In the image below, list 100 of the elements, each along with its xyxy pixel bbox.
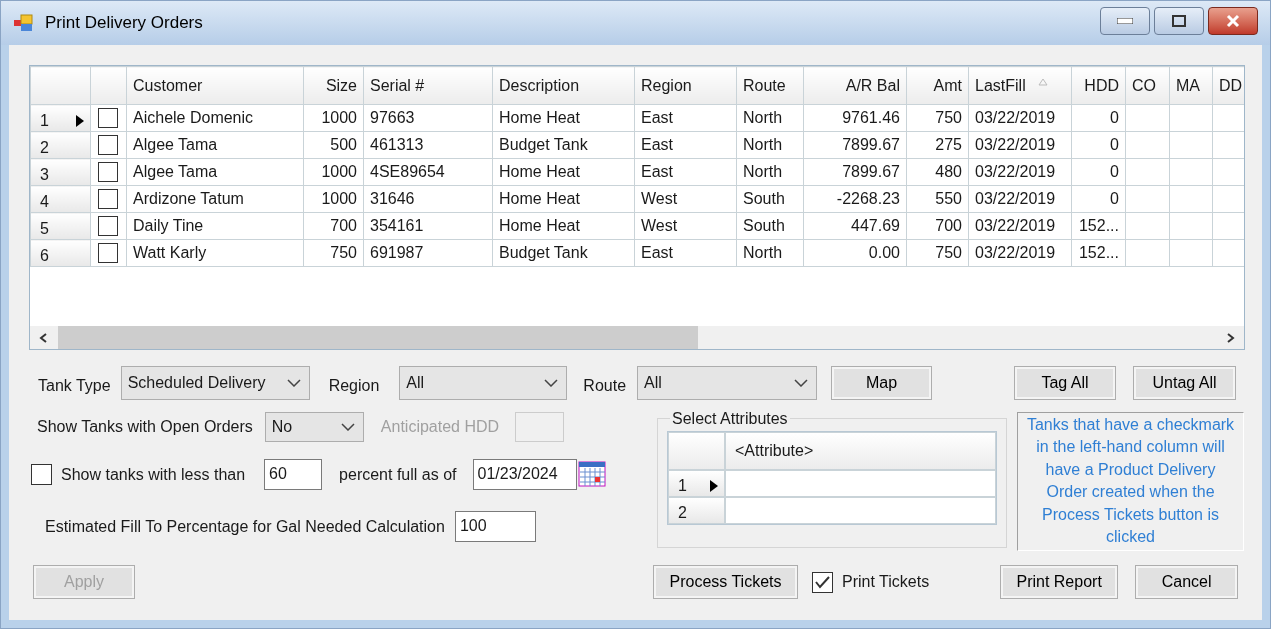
- button[interactable]: Untag All: [1133, 366, 1237, 400]
- dropdown[interactable]: Scheduled Delivery: [120, 366, 310, 400]
- horizontal-scrollbar[interactable]: [30, 326, 1244, 349]
- table-cell: South: [743, 190, 785, 207]
- table-cell: 550: [935, 190, 962, 207]
- table-cell: 97663: [370, 109, 415, 126]
- row-number[interactable]: 6: [40, 247, 49, 265]
- dropdown[interactable]: All: [637, 366, 818, 400]
- field-label: Route: [583, 376, 627, 396]
- row-number[interactable]: 5: [40, 220, 49, 238]
- row-number[interactable]: 1: [40, 112, 49, 130]
- field-label: Region: [328, 376, 380, 396]
- table-cell: Daily Tine: [133, 217, 204, 234]
- dropdown[interactable]: All: [399, 366, 568, 400]
- calendar-icon[interactable]: [576, 459, 607, 489]
- table-cell: Budget Tank: [499, 244, 588, 261]
- table-cell: 0: [1110, 136, 1119, 153]
- table-cell: 461313: [370, 136, 424, 153]
- table-cell: East: [641, 244, 673, 261]
- input-field[interactable]: 100: [454, 510, 536, 542]
- input-field[interactable]: 01/23/2024: [472, 458, 577, 490]
- table-cell: 750: [330, 244, 357, 261]
- row-checkbox[interactable]: [98, 135, 118, 155]
- checkbox-label[interactable]: Print Tickets: [842, 570, 930, 594]
- caret-icon[interactable]: [340, 423, 355, 431]
- table-cell: 0: [1110, 109, 1119, 126]
- button[interactable]: Tag All: [1014, 366, 1117, 400]
- table-cell: -2268.23: [836, 190, 900, 207]
- field-label: percent full as of: [339, 465, 457, 485]
- app-icon: [13, 14, 35, 32]
- table-cell: 480: [935, 163, 962, 180]
- info-text: Tanks that have a checkmark in the left-hand column will have a Product Delivery Order created when the Process Tickets button is clicked: [1017, 412, 1244, 551]
- close-icon: [1225, 14, 1241, 28]
- caret-icon[interactable]: [544, 379, 559, 387]
- table-cell: 1000: [321, 163, 357, 180]
- table-cell: North: [743, 163, 783, 180]
- table-cell: East: [641, 163, 673, 180]
- table-cell: 1000: [321, 109, 357, 126]
- checkbox[interactable]: [812, 571, 833, 593]
- maximize-button[interactable]: [1154, 7, 1204, 35]
- close-button[interactable]: [1208, 7, 1258, 35]
- minimize-button[interactable]: [1100, 7, 1150, 35]
- row-number[interactable]: 4: [40, 193, 49, 211]
- field-label: Anticipated HDD: [380, 417, 500, 437]
- table-cell: Aichele Domenic: [133, 109, 254, 126]
- table-cell: Home Heat: [499, 109, 580, 126]
- table-cell: North: [743, 136, 783, 153]
- field-label: Estimated Fill To Percentage for Gal Needed Calculation: [45, 517, 445, 537]
- table-cell: 0.00: [868, 244, 900, 261]
- caret-icon[interactable]: [794, 379, 809, 387]
- column-header[interactable]: Customer: [133, 76, 203, 94]
- table-cell: Home Heat: [499, 217, 580, 234]
- field-label: Tank Type: [38, 376, 111, 396]
- row-number[interactable]: 2: [40, 139, 49, 157]
- table-cell: 447.69: [851, 217, 900, 234]
- maximize-icon: [1172, 15, 1186, 27]
- row-number[interactable]: 1: [678, 477, 687, 495]
- table-cell: 03/22/2019: [975, 190, 1056, 207]
- button[interactable]: Map: [831, 366, 933, 400]
- table-cell[interactable]: [725, 497, 996, 524]
- table-cell: West: [641, 190, 678, 207]
- table-cell: 7899.67: [842, 163, 900, 180]
- table-cell: Home Heat: [499, 163, 580, 180]
- table-cell: 03/22/2019: [975, 136, 1056, 153]
- table-cell: 7899.67: [842, 136, 900, 153]
- row-checkbox[interactable]: [98, 162, 118, 182]
- table-cell: 0: [1110, 163, 1119, 180]
- table-cell: 03/22/2019: [975, 109, 1056, 126]
- table-cell: Watt Karly: [133, 244, 207, 261]
- table-cell: East: [641, 136, 673, 153]
- row-number[interactable]: 3: [40, 166, 49, 184]
- row-number[interactable]: 2: [678, 504, 687, 522]
- minimize-icon: [1117, 18, 1133, 24]
- input-field[interactable]: 60: [264, 458, 323, 490]
- table-cell: 275: [935, 136, 962, 153]
- table-cell: 03/22/2019: [975, 163, 1056, 180]
- table-cell: 152...: [1078, 217, 1119, 234]
- table-cell: 9761.46: [842, 109, 900, 126]
- scrollbar-thumb[interactable]: [58, 326, 698, 349]
- checkbox[interactable]: [31, 463, 52, 485]
- row-checkbox[interactable]: [98, 243, 118, 263]
- button[interactable]: Cancel: [1135, 565, 1239, 599]
- row-checkbox[interactable]: [98, 189, 118, 209]
- table-cell: 354161: [370, 217, 424, 234]
- table-cell: 700: [935, 217, 962, 234]
- table-cell: North: [743, 244, 783, 261]
- table-cell[interactable]: [725, 470, 996, 497]
- caret-icon[interactable]: [286, 379, 301, 387]
- table-cell: 03/22/2019: [975, 217, 1056, 234]
- column-header[interactable]: Serial #: [370, 76, 425, 94]
- row-checkbox[interactable]: [98, 216, 118, 236]
- table-cell: 0: [1110, 190, 1119, 207]
- column-header[interactable]: <Attribute>: [725, 432, 996, 470]
- button[interactable]: Process Tickets: [653, 565, 798, 599]
- row-checkbox[interactable]: [98, 108, 118, 128]
- table-cell: West: [641, 217, 678, 234]
- table-cell: 700: [330, 217, 357, 234]
- table-cell: South: [743, 217, 785, 234]
- dropdown[interactable]: No: [264, 412, 364, 442]
- button[interactable]: Print Report: [1000, 565, 1119, 599]
